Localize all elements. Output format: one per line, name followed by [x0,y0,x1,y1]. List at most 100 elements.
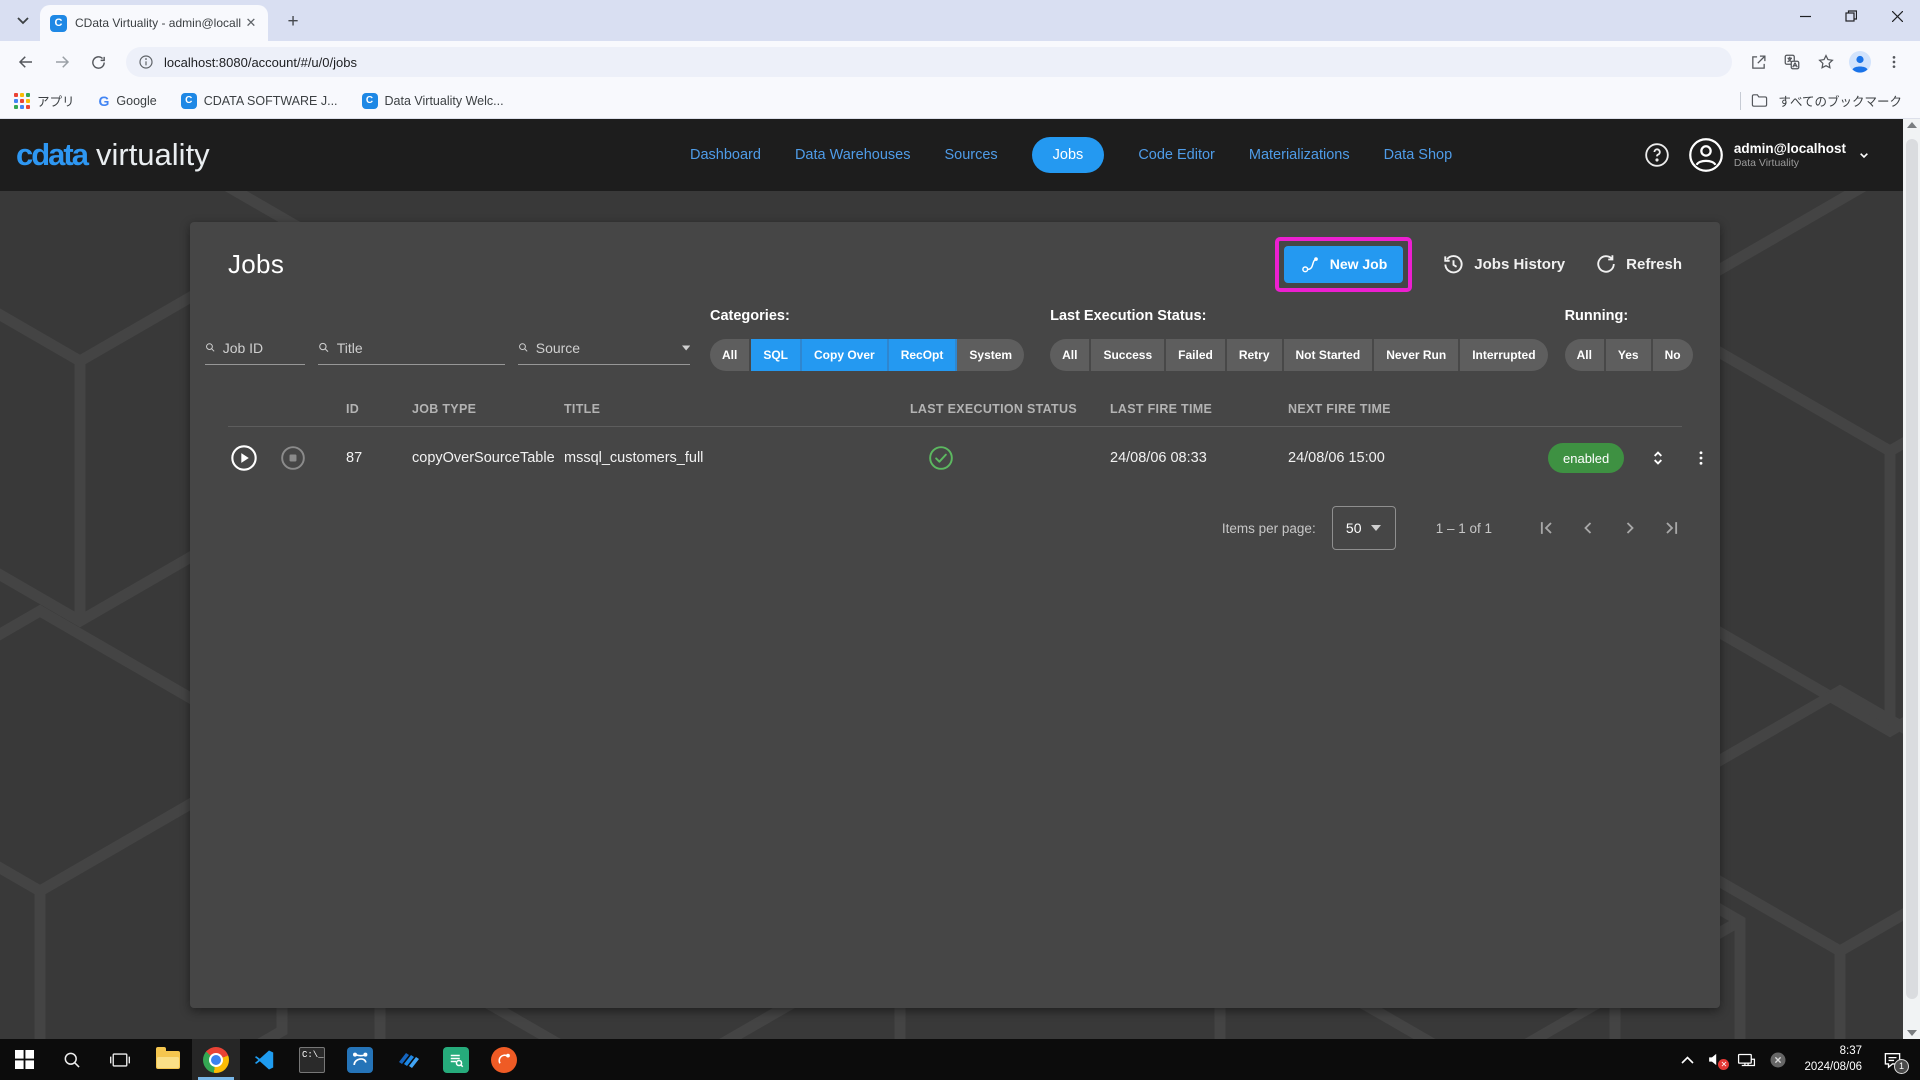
new-job-button[interactable]: New Job [1283,245,1404,283]
header-right: admin@localhost Data Virtuality [1644,119,1872,191]
running-filter-group: Running: All Yes No [1564,308,1693,371]
chip-les-interrupted[interactable]: Interrupted [1460,339,1548,371]
action-center-button[interactable]: 1 [1883,1051,1909,1074]
first-page-button[interactable] [1536,518,1556,538]
cdata-favicon-icon: C [180,92,197,109]
status-circle-x-icon[interactable] [1769,1051,1787,1069]
chip-categories-copy-over[interactable]: Copy Over [802,339,889,371]
title-input[interactable] [336,339,505,356]
items-per-page-select[interactable]: 50 [1331,506,1396,550]
tray-chevron-up-icon[interactable] [1681,1055,1695,1064]
tab-search-button[interactable] [10,9,36,33]
address-bar[interactable]: localhost:8080/account/#/u/0/jobs [126,47,1732,77]
refresh-button[interactable]: Refresh [1595,253,1682,275]
tab-title: CData Virtuality - admin@locall [75,16,242,30]
pgadmin-taskbar-button[interactable] [336,1039,384,1080]
taskbar-clock[interactable]: 8:37 2024/08/06 [1804,1044,1862,1075]
last-page-button[interactable] [1662,518,1682,538]
cdata-favicon-icon: C [50,14,67,32]
source-input[interactable] [535,339,678,356]
taskbar-search-button[interactable] [48,1039,96,1080]
nav-item-data-warehouses[interactable]: Data Warehouses [795,147,911,163]
unfold-more-icon[interactable] [1648,448,1668,468]
bookmark-star-icon[interactable] [1810,46,1842,78]
browser-tab[interactable]: C CData Virtuality - admin@locall ✕ [40,5,268,41]
open-in-new-icon[interactable] [1742,46,1774,78]
apps-grid-icon [14,92,30,109]
nav-item-dashboard[interactable]: Dashboard [690,147,761,163]
nav-item-sources[interactable]: Sources [944,147,997,163]
task-view-button[interactable] [96,1039,144,1080]
run-job-button[interactable] [230,444,258,472]
help-icon[interactable] [1644,142,1670,168]
chrome-taskbar-button[interactable] [192,1039,240,1080]
table-row: 87 copyOverSourceTable mssql_customers_f… [228,427,1703,489]
postman-taskbar-button[interactable] [480,1039,528,1080]
nav-item-materializations[interactable]: Materializations [1249,147,1350,163]
next-page-button[interactable] [1620,518,1640,538]
cell-next-fire-time: 24/08/06 15:00 [1288,450,1385,466]
scroll-up-icon[interactable] [1906,122,1917,128]
terminal-taskbar-button[interactable]: C:\_ [288,1039,336,1080]
scroll-down-icon[interactable] [1906,1030,1917,1036]
filters-row: Categories: All SQL Copy Over RecOpt Sys… [205,308,1705,371]
start-button[interactable] [0,1039,48,1080]
bookmark-cdata-software[interactable]: C CDATA SOFTWARE J... [180,92,338,109]
chip-les-all[interactable]: All [1050,339,1092,371]
reload-button[interactable] [82,46,114,78]
chip-running-all[interactable]: All [1564,339,1606,371]
page-scrollbar[interactable] [1903,119,1920,1039]
browser-tab-strip: C CData Virtuality - admin@locall ✕ + [0,0,1920,41]
chip-les-failed[interactable]: Failed [1166,339,1227,371]
scrollbar-thumb[interactable] [1905,139,1918,999]
bookmark-data-virtuality[interactable]: C Data Virtuality Welc... [361,92,504,109]
bookmark-google[interactable]: G Google [99,93,157,109]
source-filter[interactable] [518,331,690,365]
new-tab-button[interactable]: + [280,9,306,35]
window-minimize-button[interactable] [1782,0,1828,32]
back-button[interactable] [10,46,42,78]
job-id-filter[interactable] [205,331,305,365]
chip-les-retry[interactable]: Retry [1226,339,1284,371]
file-explorer-button[interactable] [144,1039,192,1080]
enabled-badge[interactable]: enabled [1548,443,1625,473]
chip-running-yes[interactable]: Yes [1605,339,1653,371]
jobs-history-button[interactable]: Jobs History [1442,253,1565,276]
user-menu[interactable]: admin@localhost Data Virtuality [1688,137,1872,173]
previous-page-button[interactable] [1578,518,1598,538]
forward-button[interactable] [46,46,78,78]
browser-menu-icon[interactable] [1878,46,1910,78]
chip-les-success[interactable]: Success [1091,339,1167,371]
stop-job-button[interactable] [280,445,306,471]
profile-avatar-icon[interactable] [1844,46,1876,78]
window-restore-button[interactable] [1828,0,1874,32]
nav-item-data-shop[interactable]: Data Shop [1384,147,1453,163]
bookmark-apps[interactable]: アプリ [14,91,75,110]
all-bookmarks-button[interactable]: すべてのブックマーク [1740,91,1902,110]
volume-muted-button[interactable]: ✕ [1707,1052,1730,1070]
cdata-virtuality-logo[interactable]: cdata virtuality [16,137,210,173]
chip-les-not-started[interactable]: Not Started [1283,339,1375,371]
chip-categories-all[interactable]: All [710,339,752,371]
logo-cdata: cdata [16,137,89,172]
col-last-fire-time: LAST FIRE TIME [1110,402,1213,416]
chip-categories-recopt[interactable]: RecOpt [888,339,958,371]
row-menu-icon[interactable] [1692,449,1710,467]
chip-categories-system[interactable]: System [957,339,1025,371]
chip-categories-sql[interactable]: SQL [751,339,803,371]
network-icon[interactable] [1737,1052,1756,1068]
nav-item-jobs[interactable]: Jobs [1031,137,1105,173]
site-info-icon[interactable] [138,54,154,70]
chip-les-never-run[interactable]: Never Run [1374,339,1461,371]
title-filter[interactable] [318,331,505,365]
history-icon [1444,254,1463,273]
vscode-taskbar-button[interactable] [240,1039,288,1080]
window-close-button[interactable] [1874,0,1920,32]
job-id-input[interactable] [222,339,305,356]
tab-close-icon[interactable]: ✕ [242,14,260,32]
translate-icon[interactable] [1776,46,1808,78]
nav-item-code-editor[interactable]: Code Editor [1138,147,1215,163]
log-viewer-taskbar-button[interactable] [432,1039,480,1080]
layers-app-taskbar-button[interactable] [384,1039,432,1080]
chip-running-no[interactable]: No [1652,339,1693,371]
